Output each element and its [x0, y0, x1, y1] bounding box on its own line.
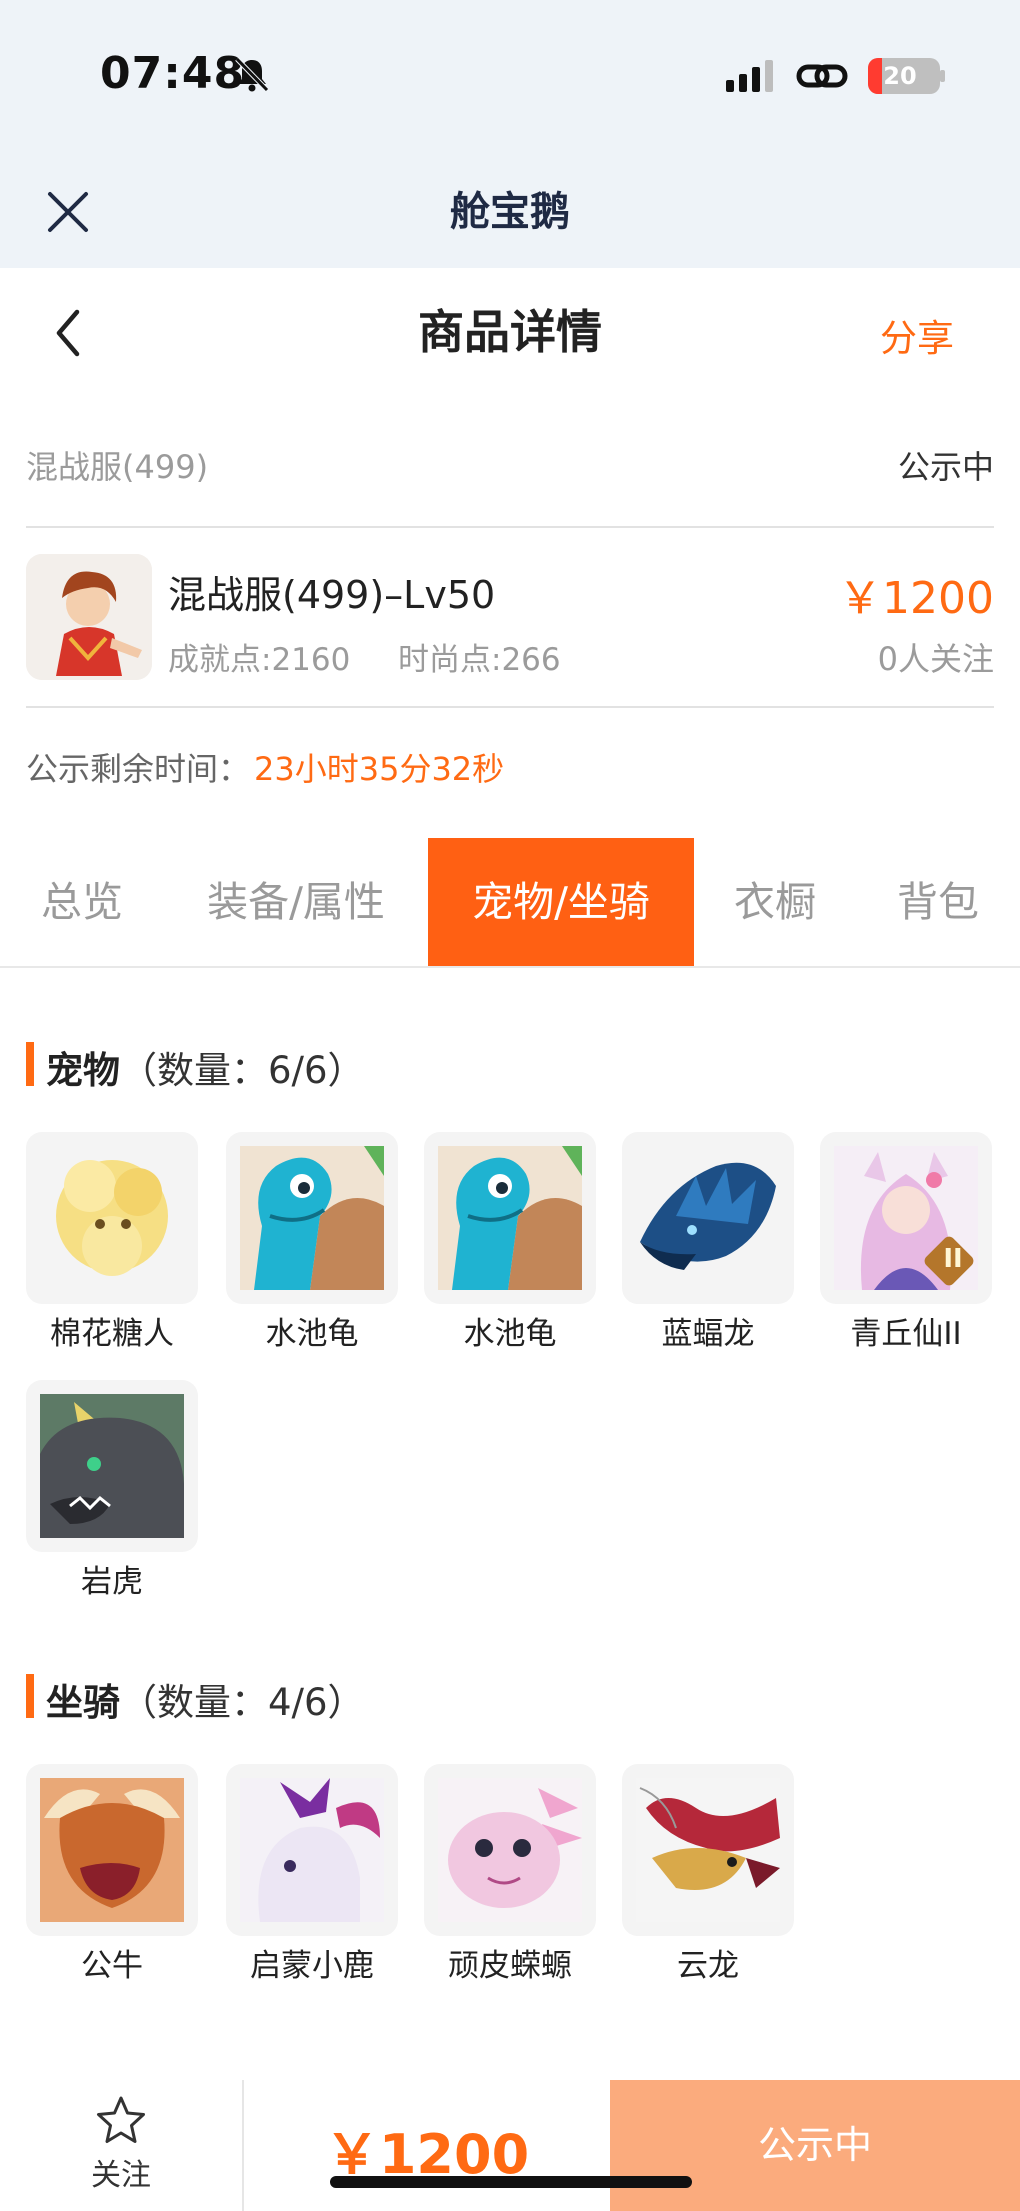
marshmallow-pet-icon: [56, 1160, 168, 1276]
divider: [26, 706, 994, 708]
battery-nub: [940, 70, 945, 82]
mount-item[interactable]: [622, 1764, 794, 1936]
mounts-count: （数量：4/6）: [120, 1681, 365, 1724]
battery-percent: 20: [883, 62, 917, 90]
server-name: 混战服(499): [26, 448, 209, 486]
status-time: 07:48: [100, 48, 246, 99]
mount-name: 公牛: [81, 1948, 143, 1984]
mount-item[interactable]: [424, 1764, 596, 1936]
mount-name: 顽皮蝾螈: [448, 1948, 572, 1984]
mounts-section-title: 坐骑（数量：4/6）: [46, 1672, 365, 1726]
naughty-salamander-mount-icon: [438, 1778, 582, 1922]
watcher-count: 0人关注: [877, 640, 994, 678]
pet-item[interactable]: [26, 1380, 198, 1552]
item-title: 混战服(499)–Lv50: [168, 573, 496, 617]
tab-pets-mounts[interactable]: 宠物/坐骑: [428, 838, 694, 966]
pet-name: 水池龟: [265, 1316, 359, 1352]
pet-name: 青丘仙II: [850, 1316, 962, 1352]
share-button[interactable]: 分享: [880, 308, 954, 362]
mounts-title: 坐骑: [46, 1681, 120, 1724]
mount-name: 启蒙小鹿: [250, 1948, 374, 1984]
pet-name: 蓝蝠龙: [661, 1316, 755, 1352]
mount-item[interactable]: [226, 1764, 398, 1936]
blue-bat-dragon-pet-icon: [640, 1162, 776, 1270]
bull-mount-icon: [40, 1778, 184, 1922]
pet-name: 水池龟: [463, 1316, 557, 1352]
mute-bell-icon: [232, 54, 272, 94]
tab-equipment-attributes[interactable]: 装备/属性: [164, 838, 428, 966]
public-status-button[interactable]: 公示中: [610, 2080, 1020, 2211]
fashion-points: 时尚点:266: [398, 642, 561, 678]
enlightened-fawn-mount-icon: [240, 1778, 384, 1922]
pets-title: 宠物: [46, 1049, 120, 1092]
countdown-label: 公示剩余时间：: [26, 750, 251, 788]
section-accent-bar: [26, 1042, 34, 1086]
countdown-value: 23小时35分32秒: [254, 750, 505, 788]
public-status: 公示中: [897, 448, 994, 486]
pet-item[interactable]: [226, 1132, 398, 1304]
divider: [26, 526, 994, 528]
detail-tabs: 总览 装备/属性 宠物/坐骑 衣橱 背包: [0, 838, 1020, 968]
pet-item[interactable]: [622, 1132, 794, 1304]
tab-overview[interactable]: 总览: [0, 838, 164, 966]
cellular-signal-icon: [726, 60, 778, 92]
page-title: 商品详情: [418, 305, 602, 359]
mount-name: 云龙: [677, 1948, 739, 1984]
mount-item[interactable]: [26, 1764, 198, 1936]
character-avatar: [26, 554, 152, 680]
tab-backpack[interactable]: 背包: [856, 838, 1020, 966]
pond-turtle-pet-icon: [438, 1146, 582, 1290]
achievement-points: 成就点:2160: [168, 642, 351, 678]
pet-name: 岩虎: [81, 1564, 143, 1600]
pet-item[interactable]: II: [820, 1132, 992, 1304]
link-icon: [796, 58, 848, 94]
item-price: ￥1200: [838, 573, 994, 624]
section-accent-bar: [26, 1674, 34, 1718]
rock-tiger-pet-icon: [40, 1394, 184, 1538]
rank-badge: II: [943, 1244, 963, 1274]
pet-item[interactable]: [26, 1132, 198, 1304]
pet-item[interactable]: [424, 1132, 596, 1304]
pet-name: 棉花糖人: [50, 1316, 174, 1352]
tab-wardrobe[interactable]: 衣橱: [694, 838, 856, 966]
pets-section-title: 宠物（数量：6/6）: [46, 1040, 365, 1094]
home-indicator[interactable]: [330, 2176, 692, 2188]
mini-program-title: 舱宝鹅: [450, 189, 570, 235]
pets-count: （数量：6/6）: [120, 1049, 365, 1092]
battery-charging-icon: 20: [868, 58, 940, 94]
cloud-dragon-mount-icon: [636, 1778, 780, 1922]
follow-label: 关注: [91, 2158, 151, 2193]
star-icon: [94, 2094, 148, 2148]
pond-turtle-pet-icon: [240, 1146, 384, 1290]
